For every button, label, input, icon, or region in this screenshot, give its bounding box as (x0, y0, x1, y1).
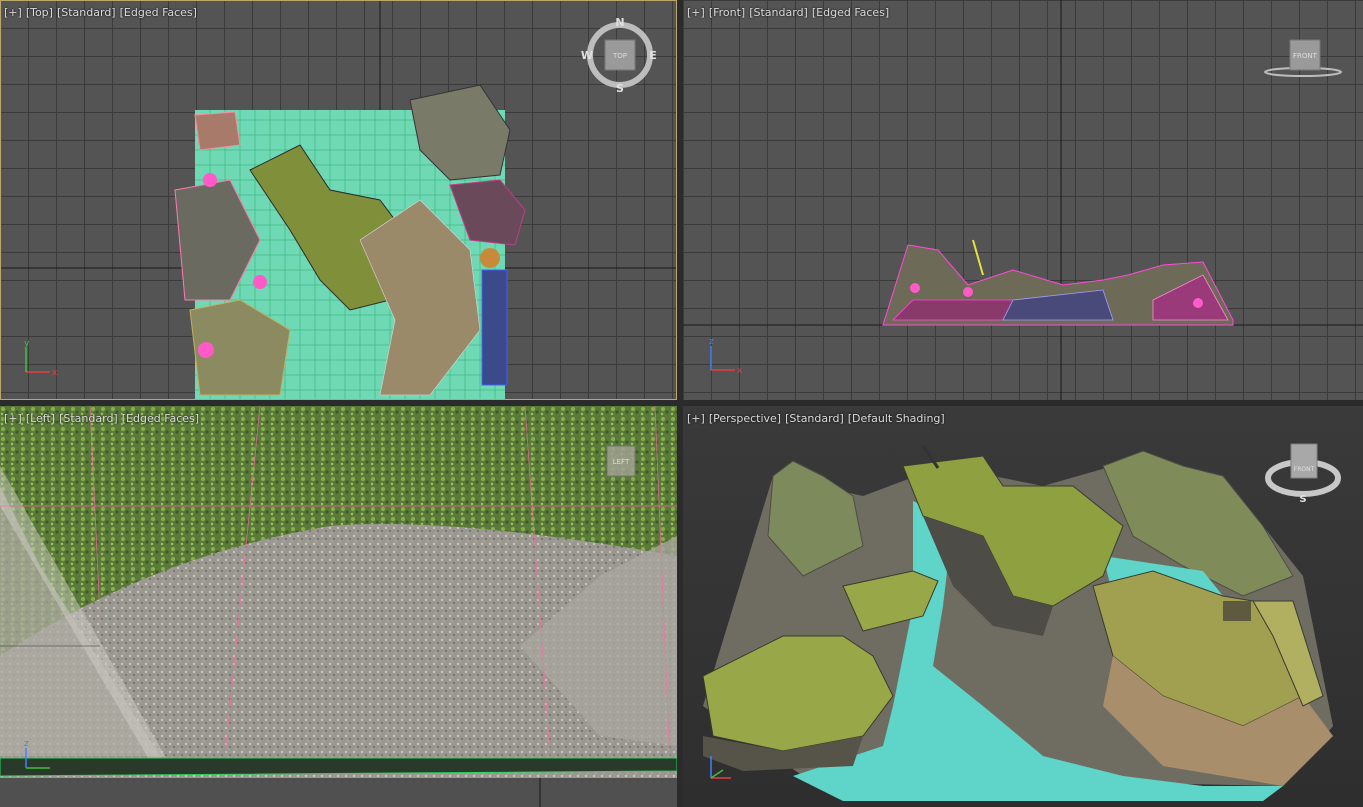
axis-z-label: z (709, 337, 714, 347)
pink-marker (198, 342, 214, 358)
viewcube[interactable]: LEFT (606, 445, 636, 477)
viewcube-face-label: LEFT (613, 458, 630, 466)
pink-marker (203, 173, 217, 187)
orange-object (480, 248, 500, 268)
display-mode-menu[interactable]: [Default Shading] (848, 412, 945, 425)
shading-menu[interactable]: [Standard] (785, 412, 844, 425)
view-type-menu[interactable]: [Perspective] (709, 412, 781, 425)
viewport-menu-button[interactable]: [+] (687, 412, 705, 425)
viewcube[interactable]: FRONT S (1265, 443, 1341, 505)
top-view-scene: x y TOP N S E W (0, 0, 677, 400)
axis-x-label: x (52, 368, 58, 378)
viewport-front[interactable]: x z FRONT [+] [Front] [Standard] [Edged Fac… (683, 0, 1363, 400)
perspective-view-scene: FRONT S (702, 443, 1341, 801)
viewcube[interactable]: FRONT (1264, 39, 1342, 77)
viewport-menu-button[interactable]: [+] (4, 412, 22, 425)
display-mode-menu[interactable]: [Edged Faces] (122, 412, 199, 425)
viewcube-compass[interactable]: TOP N S E W (581, 16, 657, 95)
shading-menu[interactable]: [Standard] (749, 6, 808, 19)
left-view-scene: z LEFT (0, 406, 677, 807)
viewport-label-left: [+] [Left] [Standard] [Edged Faces] (4, 412, 203, 425)
pink-marker (253, 275, 267, 289)
front-view-scene: x z FRONT (683, 0, 1363, 400)
axis-x-label: x (737, 366, 743, 376)
compass-e: E (649, 49, 657, 62)
tank-object (1223, 601, 1251, 621)
view-type-menu[interactable]: [Left] (26, 412, 55, 425)
viewcube-face-label: FRONT (1293, 52, 1318, 60)
viewport-menu-button[interactable]: [+] (4, 6, 22, 19)
viewport-top[interactable]: x y TOP N S E W [+] [Top] [Standard] [Edged… (0, 0, 677, 400)
rock-top-left (194, 111, 241, 151)
view-type-menu[interactable]: [Top] (26, 6, 53, 19)
shading-menu[interactable]: [Standard] (57, 6, 116, 19)
display-mode-menu[interactable]: [Edged Faces] (812, 6, 889, 19)
compass-s: S (1299, 494, 1306, 505)
viewport-perspective[interactable]: FRONT S [+] [Perspective] [Standard] [Defau… (683, 406, 1363, 807)
viewcube-face-label: FRONT (1294, 466, 1315, 473)
compass-s: S (616, 82, 624, 95)
compass-w: W (581, 49, 593, 62)
viewport-left[interactable]: z LEFT [+] [Left] [Standard] [Edged Faces] (0, 406, 677, 807)
viewcube-face-label: TOP (612, 52, 627, 60)
blue-structure (481, 269, 508, 386)
compass-n: N (615, 16, 624, 29)
viewport-label-front: [+] [Front] [Standard] [Edged Faces] (687, 6, 893, 19)
display-mode-menu[interactable]: [Edged Faces] (120, 6, 197, 19)
shading-menu[interactable]: [Standard] (59, 412, 118, 425)
view-type-menu[interactable]: [Front] (709, 6, 745, 19)
viewport-menu-button[interactable]: [+] (687, 6, 705, 19)
axis-y-label: y (24, 339, 30, 349)
viewport-divider-horizontal[interactable] (0, 400, 1363, 406)
viewport-label-top: [+] [Top] [Standard] [Edged Faces] (4, 6, 201, 19)
axis-z-label: z (24, 739, 29, 749)
viewport-label-perspective: [+] [Perspective] [Standard] [Default Shadi… (687, 412, 949, 425)
